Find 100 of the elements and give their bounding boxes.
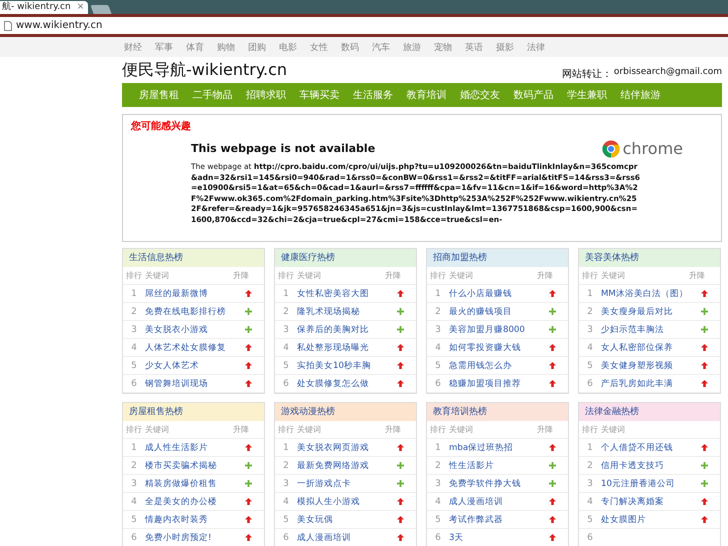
rank-number: 6 bbox=[130, 378, 138, 388]
rank-number: 5 bbox=[434, 360, 442, 370]
keyword-link[interactable]: 如何零投资赚大钱 bbox=[449, 342, 537, 354]
rank-number: 1 bbox=[282, 442, 290, 452]
rank-number: 6 bbox=[434, 532, 442, 542]
column-header: 升降 bbox=[233, 270, 250, 281]
card-title: 生活信息热榜 bbox=[123, 249, 264, 267]
keyword-link[interactable]: 免费在线电影排行榜 bbox=[145, 306, 233, 318]
keyword-link[interactable]: 稳赚加盟项目推荐 bbox=[449, 378, 537, 390]
rank-number: 4 bbox=[434, 342, 442, 352]
keyword-link[interactable]: 保养后的美胸对比 bbox=[297, 324, 385, 336]
keyword-link[interactable]: 免费小时房预定! bbox=[145, 532, 233, 544]
keyword-link[interactable]: 美女脱衣小游戏 bbox=[145, 324, 233, 336]
keyword-link[interactable]: MM沐浴美白法（图） bbox=[601, 288, 689, 300]
keyword-link[interactable]: 专门解决离婚案 bbox=[601, 496, 689, 508]
keyword-link[interactable]: 考试作弊武器 bbox=[449, 514, 537, 526]
keyword-link[interactable]: 精装房做爆价租售 bbox=[145, 478, 233, 490]
rank-number: 3 bbox=[434, 478, 442, 488]
keyword-link[interactable]: 信用卡透支技巧 bbox=[601, 460, 689, 472]
contact-email: orbissearch@gmail.com bbox=[614, 67, 722, 79]
keyword-link[interactable]: 10元注册香港公司 bbox=[601, 478, 689, 490]
rank-number: 5 bbox=[282, 360, 290, 370]
rank-number: 5 bbox=[130, 514, 138, 524]
rank-number: 5 bbox=[434, 514, 442, 524]
keyword-link[interactable]: 私处整形现场曝光 bbox=[297, 342, 385, 354]
keyword-link[interactable]: mba保过班热招 bbox=[449, 442, 537, 454]
keyword-link[interactable]: 情趣内衣时装秀 bbox=[145, 514, 233, 526]
keyword-link[interactable]: 美容加盟月赚8000 bbox=[449, 324, 537, 336]
keyword-link[interactable]: 女人私密部位保养 bbox=[601, 342, 689, 354]
keyword-link[interactable]: 个人借贷不用还钱 bbox=[601, 442, 689, 454]
error-title: This webpage is not available bbox=[191, 142, 376, 155]
keyword-link[interactable]: 最新免费网络游戏 bbox=[297, 460, 385, 472]
column-header: 排行 bbox=[277, 270, 295, 281]
column-header: 关键词 bbox=[297, 270, 322, 281]
rank-number: 1 bbox=[434, 288, 442, 298]
keyword-link[interactable]: 楼市买卖骗术揭秘 bbox=[145, 460, 233, 472]
rank-number: 4 bbox=[282, 496, 290, 506]
keyword-link[interactable]: 成人性生活影片 bbox=[145, 442, 233, 454]
keyword-link[interactable]: 免费学软件挣大钱 bbox=[449, 478, 537, 490]
rank-number: 3 bbox=[586, 324, 594, 334]
keyword-link[interactable]: 少妇示范丰胸法 bbox=[601, 324, 689, 336]
keyword-link[interactable]: 什么小店最赚钱 bbox=[449, 288, 537, 300]
column-header: 升降 bbox=[385, 424, 402, 435]
address-bar[interactable]: www.wikientry.cn bbox=[0, 17, 728, 34]
column-header: 关键词 bbox=[601, 424, 626, 435]
rank-number: 3 bbox=[586, 478, 594, 488]
rank-number: 1 bbox=[434, 442, 442, 452]
rank-number: 2 bbox=[434, 306, 442, 316]
keyword-link[interactable]: 人体艺术处女膜修复 bbox=[145, 342, 233, 354]
rank-number: 6 bbox=[434, 378, 442, 388]
rank-number: 2 bbox=[282, 460, 290, 470]
keyword-link[interactable]: 少女人体艺术 bbox=[145, 360, 233, 372]
column-header: 排行 bbox=[125, 270, 143, 281]
column-header: 升降 bbox=[385, 270, 402, 281]
keyword-link[interactable]: 成人漫画培训 bbox=[449, 496, 537, 508]
rank-number: 5 bbox=[586, 360, 594, 370]
rank-number: 4 bbox=[130, 496, 138, 506]
rank-number: 2 bbox=[130, 306, 138, 316]
card-title: 房屋租售热榜 bbox=[123, 403, 264, 421]
keyword-link[interactable]: 美女健身塑形视频 bbox=[601, 360, 689, 372]
site-title: 便民导航-wikientry.cn bbox=[122, 60, 288, 81]
rank-number: 4 bbox=[282, 342, 290, 352]
keyword-link[interactable]: 成人漫画培训 bbox=[297, 532, 385, 544]
keyword-link[interactable]: 一折游戏点卡 bbox=[297, 478, 385, 490]
keyword-link[interactable]: 屌丝的最新微博 bbox=[145, 288, 233, 300]
rank-number: 2 bbox=[130, 460, 138, 470]
column-header: 关键词 bbox=[297, 424, 322, 435]
rank-number: 5 bbox=[130, 360, 138, 370]
column-header: 升降 bbox=[233, 424, 250, 435]
column-header: 排行 bbox=[429, 270, 447, 281]
keyword-link[interactable]: 处女膜图片 bbox=[601, 514, 689, 526]
keyword-link[interactable]: 美女脱衣网页游戏 bbox=[297, 442, 385, 454]
rank-number: 3 bbox=[130, 478, 138, 488]
keyword-link[interactable]: 钢管舞培训现场 bbox=[145, 378, 233, 390]
browser-tab[interactable]: 航- wikientry.cn × bbox=[0, 1, 88, 14]
keyword-link[interactable]: 3天 bbox=[449, 532, 537, 544]
keyword-link[interactable]: 性生活影片 bbox=[449, 460, 537, 472]
column-header: 关键词 bbox=[449, 424, 474, 435]
keyword-link[interactable]: 美女瘦身最后对比 bbox=[601, 306, 689, 318]
rank-number: 3 bbox=[282, 478, 290, 488]
tab-close-button[interactable]: × bbox=[76, 1, 84, 14]
keyword-link[interactable]: 实拍美女10秒丰胸 bbox=[297, 360, 385, 372]
rank-number: 5 bbox=[586, 514, 594, 524]
rank-number: 6 bbox=[282, 532, 290, 542]
column-header: 排行 bbox=[581, 424, 599, 435]
column-header: 关键词 bbox=[601, 270, 626, 281]
keyword-link[interactable]: 急需用钱怎么办 bbox=[449, 360, 537, 372]
keyword-link[interactable]: 最火的赚钱项目 bbox=[449, 306, 537, 318]
keyword-link[interactable]: 产后乳房如此丰满 bbox=[601, 378, 689, 390]
rank-number: 2 bbox=[434, 460, 442, 470]
keyword-link[interactable]: 美女玩偶 bbox=[297, 514, 385, 526]
card-title: 健康医疗热榜 bbox=[275, 249, 416, 267]
column-header: 升降 bbox=[689, 270, 706, 281]
keyword-link[interactable]: 隆乳术现场揭秘 bbox=[297, 306, 385, 318]
keyword-link[interactable]: 女性私密美容大图 bbox=[297, 288, 385, 300]
keyword-link[interactable]: 全是美女的办公楼 bbox=[145, 496, 233, 508]
column-header: 关键词 bbox=[449, 270, 474, 281]
keyword-link[interactable]: 处女膜修复怎么做 bbox=[297, 378, 385, 390]
keyword-link[interactable]: 模拟人生小游戏 bbox=[297, 496, 385, 508]
new-tab-button[interactable] bbox=[90, 5, 112, 14]
